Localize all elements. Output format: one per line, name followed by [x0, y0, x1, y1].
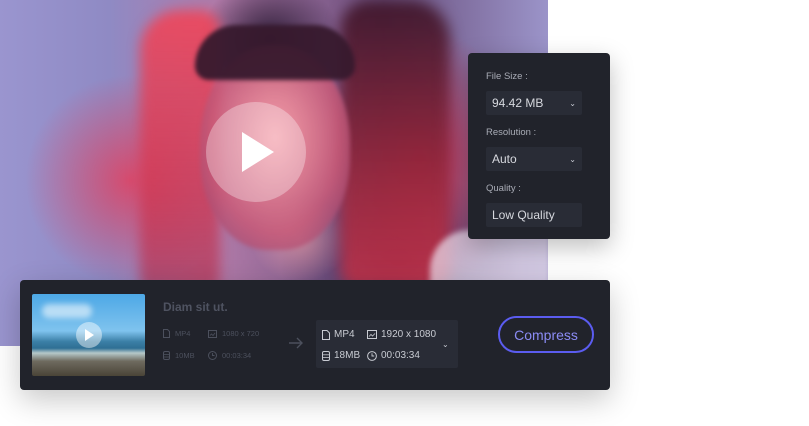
play-icon	[242, 132, 274, 172]
arrow-right-icon	[289, 337, 303, 349]
file-size-value: 94.42 MB	[492, 96, 544, 110]
file-icon	[322, 329, 330, 340]
output-size: 18MB	[322, 350, 360, 361]
source-size-value: 10MB	[175, 351, 195, 360]
source-format-value: MP4	[175, 329, 191, 338]
hero-image-bangs	[195, 25, 355, 80]
play-button[interactable]	[206, 102, 306, 202]
thumbnail-cloud	[42, 304, 92, 318]
chevron-down-icon: ⌄	[442, 340, 449, 349]
source-duration-value: 00:03:34	[222, 351, 252, 360]
output-format: MP4	[322, 329, 355, 340]
thumbnail-play-button[interactable]	[76, 322, 102, 348]
resolution-label: Resolution :	[486, 127, 537, 138]
video-thumbnail[interactable]	[32, 294, 145, 376]
resolution-value: Auto	[492, 152, 517, 166]
file-icon	[163, 329, 170, 338]
output-settings-select[interactable]: MP4 1920 x 1080 18MB 00:03:34 ⌄	[316, 320, 458, 368]
quality-label: Quality :	[486, 183, 521, 194]
clock-icon	[208, 351, 217, 360]
source-resolution-value: 1080 x 720	[222, 329, 260, 338]
source-resolution: 1080 x 720	[208, 329, 259, 338]
source-format: MP4	[163, 329, 190, 338]
hero-image-hair-right	[340, 0, 450, 290]
clock-icon	[367, 350, 377, 361]
compress-button[interactable]: Compress	[498, 316, 594, 353]
file-size-label: File Size :	[486, 71, 528, 82]
output-duration: 00:03:34	[367, 350, 420, 361]
output-resolution-value: 1920 x 1080	[381, 329, 437, 340]
resolution-icon	[208, 329, 217, 338]
resolution-select[interactable]: Auto ⌄	[486, 147, 582, 171]
source-duration: 00:03:34	[208, 351, 251, 360]
output-size-value: 18MB	[334, 350, 361, 361]
output-duration-value: 00:03:34	[381, 350, 420, 361]
file-compress-row: Diam sit ut. MP4 1080 x 720 10MB 00:03:3…	[20, 280, 610, 390]
file-size-select[interactable]: 94.42 MB ⌄	[486, 91, 582, 115]
resolution-icon	[367, 330, 377, 339]
chevron-down-icon: ⌄	[569, 154, 576, 164]
play-icon	[85, 329, 94, 341]
file-name: Diam sit ut.	[163, 300, 228, 314]
chevron-down-icon: ⌄	[569, 98, 576, 108]
source-size: 10MB	[163, 351, 195, 360]
output-format-value: MP4	[334, 329, 355, 340]
quality-select[interactable]: Low Quality	[486, 203, 582, 227]
output-resolution: 1920 x 1080	[367, 329, 436, 340]
quality-value: Low Quality	[492, 208, 555, 222]
database-icon	[163, 351, 170, 360]
compression-settings-panel: File Size : 94.42 MB ⌄ Resolution : Auto…	[468, 53, 610, 239]
database-icon	[322, 350, 330, 361]
